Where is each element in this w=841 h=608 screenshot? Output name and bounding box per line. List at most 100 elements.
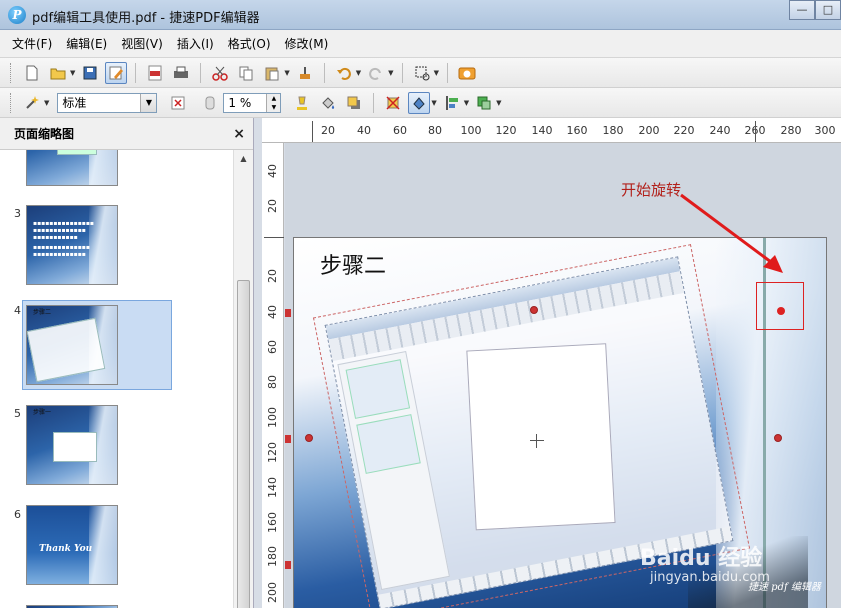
thumbnail-panel-header: 页面缩略图 × (0, 118, 253, 150)
align-dropdown-icon[interactable]: ▼ (464, 99, 469, 107)
scrollbar-thumb[interactable] (237, 280, 250, 608)
menu-modify[interactable]: 修改(M) (285, 35, 329, 52)
thumbnail-panel: 页面缩略图 × 3 ▪▪▪▪▪▪▪▪▪▪▪▪▪▪▪ ▪▪▪▪▪▪▪▪▪▪▪▪▪ ▪▪… (0, 118, 254, 608)
menu-format[interactable]: 格式(O) (228, 35, 271, 52)
format-toolbar: ▼ 标准 ▼ 1 % ▲ ▼ ▼ ▼ ▼ (0, 88, 841, 118)
new-document-icon[interactable] (21, 62, 43, 84)
format-painter-icon[interactable] (294, 62, 316, 84)
toolbar-separator (446, 62, 448, 83)
page-number: 6 (14, 508, 21, 521)
redo-dropdown-icon[interactable]: ▼ (388, 69, 393, 77)
select-dropdown-icon[interactable]: ▼ (434, 69, 439, 77)
ruler-label: 200 (266, 582, 279, 603)
toolbar-separator (323, 62, 325, 83)
select-area-icon[interactable] (411, 62, 433, 84)
main-toolbar: ▼ ▼ ▼ ▼ ▼ (0, 58, 841, 88)
ruler-label: 180 (602, 124, 624, 137)
arrange-dropdown-icon[interactable]: ▼ (496, 99, 501, 107)
page-number: 5 (14, 407, 21, 420)
paste-dropdown-icon[interactable]: ▼ (284, 69, 289, 77)
toolbar-separator (401, 62, 403, 83)
ruler-label: 40 (266, 164, 279, 178)
ruler-label: 100 (266, 407, 279, 428)
print-icon[interactable] (170, 62, 192, 84)
menu-file[interactable]: 文件(F) (12, 35, 52, 52)
thumbnail-label: 步骤二 (33, 309, 52, 316)
rotate-object-icon[interactable] (408, 91, 431, 114)
window-controls: — □ (789, 0, 841, 20)
ruler-label: 60 (266, 340, 279, 354)
editor-canvas[interactable]: 步骤二 开始旋转 (285, 143, 841, 608)
open-folder-icon[interactable] (47, 62, 69, 84)
menu-bar: 文件(F) 编辑(E) 视图(V) 插入(I) 格式(O) 修改(M) (0, 30, 841, 58)
magic-wand-icon[interactable] (21, 92, 43, 114)
vertical-ruler[interactable]: 40 20 20 40 60 80 100 120 140 160 180 20… (262, 143, 284, 608)
zoom-stepper[interactable]: 1 % ▲ ▼ (223, 92, 282, 113)
cut-icon[interactable] (209, 62, 231, 84)
menu-edit[interactable]: 编辑(E) (66, 35, 107, 52)
menu-insert[interactable]: 插入(I) (177, 35, 214, 52)
ruler-label: 20 (266, 269, 279, 283)
toolbar-grip[interactable] (10, 92, 13, 113)
toolbar-grip[interactable] (10, 62, 13, 83)
ruler-label: 240 (709, 124, 731, 137)
crop-icon[interactable] (382, 92, 404, 114)
ruler-label: 220 (673, 124, 695, 137)
align-icon[interactable] (441, 92, 463, 114)
ruler-label: 80 (266, 375, 279, 389)
maximize-button[interactable]: □ (815, 0, 841, 20)
open-dropdown-icon[interactable]: ▼ (70, 69, 75, 77)
highlight-icon[interactable] (291, 92, 313, 114)
annotation-arrow-icon (680, 193, 783, 273)
thumbnail-image[interactable]: ▪▪▪▪▪▪▪▪▪▪▪▪▪▪▪ ▪▪▪▪▪▪▪▪▪▪▪▪▪ ▪▪▪▪▪▪▪▪▪▪▪ … (26, 205, 118, 285)
thumbnail-image[interactable]: 步骤一 (26, 405, 118, 485)
ruler-label: 100 (460, 124, 482, 137)
chevron-down-icon[interactable]: ▼ (140, 93, 157, 112)
close-icon[interactable]: × (233, 126, 245, 142)
credit-watermark: 捷速 pdf 编辑器 (748, 582, 821, 593)
thumbnail-list: 3 ▪▪▪▪▪▪▪▪▪▪▪▪▪▪▪ ▪▪▪▪▪▪▪▪▪▪▪▪▪ ▪▪▪▪▪▪▪▪▪▪… (0, 150, 232, 608)
ruler-label: 160 (566, 124, 588, 137)
ruler-label: 120 (266, 442, 279, 463)
thumbnail-image[interactable]: Thank You (26, 505, 118, 585)
stepper-down-icon[interactable]: ▼ (267, 102, 281, 112)
edit-mode-icon[interactable] (105, 61, 128, 84)
stepper-up-icon[interactable]: ▲ (267, 93, 281, 103)
ruler-label: 60 (393, 124, 407, 137)
wand-dropdown-icon[interactable]: ▼ (44, 99, 49, 107)
thumbnail-scrollbar[interactable]: ▲ (233, 150, 253, 608)
undo-icon[interactable] (333, 62, 355, 84)
export-pdf-icon[interactable] (144, 62, 166, 84)
toolbar-separator (200, 62, 202, 83)
thumbnail-image[interactable] (26, 150, 118, 186)
opacity-icon[interactable] (199, 92, 221, 114)
paste-icon[interactable] (261, 62, 283, 84)
title-bar: P pdf编辑工具使用.pdf - 捷速PDF编辑器 — □ (0, 0, 841, 30)
purchase-icon[interactable] (456, 62, 478, 84)
shadow-icon[interactable] (343, 92, 365, 114)
ruler-label: 180 (266, 546, 279, 567)
ruler-label: 80 (428, 124, 442, 137)
ruler-label: 160 (266, 512, 279, 533)
app-icon: P (8, 6, 26, 24)
clear-format-icon[interactable] (167, 92, 189, 114)
menu-view[interactable]: 视图(V) (121, 35, 163, 52)
thumbnail-image[interactable]: 步骤二 (26, 305, 118, 385)
thumbnail-panel-title: 页面缩略图 (14, 127, 75, 141)
horizontal-ruler[interactable]: 20 40 60 80 100 120 140 160 180 200 220 … (262, 118, 841, 143)
redo-icon[interactable] (365, 62, 387, 84)
save-icon[interactable] (79, 62, 101, 84)
ruler-label: 120 (495, 124, 517, 137)
style-select[interactable]: 标准 ▼ (57, 92, 158, 113)
scroll-up-icon[interactable]: ▲ (235, 151, 253, 167)
ruler-label: 40 (357, 124, 371, 137)
minimize-button[interactable]: — (789, 0, 815, 20)
thumbnail-label: Thank You (39, 544, 93, 554)
copy-icon[interactable] (235, 62, 257, 84)
rotate-dropdown-icon[interactable]: ▼ (431, 99, 436, 107)
ruler-label: 20 (321, 124, 335, 137)
fill-color-icon[interactable] (317, 92, 339, 114)
page-number: 3 (14, 207, 21, 220)
arrange-icon[interactable] (473, 92, 495, 114)
undo-dropdown-icon[interactable]: ▼ (356, 69, 361, 77)
